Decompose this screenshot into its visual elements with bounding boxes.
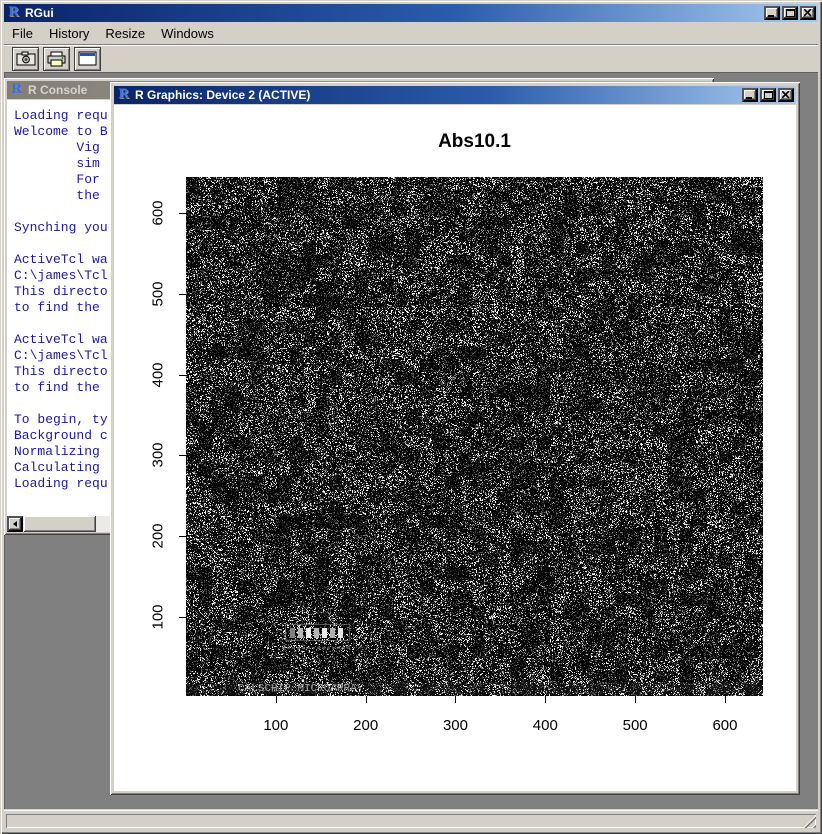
close-button[interactable] — [800, 6, 816, 20]
x-axis-tick-label: 100 — [263, 717, 288, 734]
r-logo-icon — [116, 88, 131, 102]
graphics-window[interactable]: R Graphics: Device 2 (ACTIVE) Abs10.1 — [110, 82, 800, 795]
x-axis-tick-label: 400 — [533, 717, 558, 734]
close-icon — [782, 91, 790, 99]
y-axis-tick — [179, 294, 186, 295]
y-axis-tick — [179, 455, 186, 456]
x-axis-tick-label: 500 — [623, 717, 648, 734]
y-axis-tick-label: 100 — [150, 604, 167, 629]
y-axis-tick-label: 300 — [150, 443, 167, 468]
x-axis-tick-label: 600 — [712, 717, 737, 734]
menu-history[interactable]: History — [49, 24, 97, 43]
maximize-button[interactable] — [782, 6, 798, 20]
scroll-left-button[interactable] — [7, 516, 23, 532]
printer-icon — [47, 51, 66, 67]
close-icon — [804, 9, 812, 17]
y-axis-tick-label: 400 — [150, 362, 167, 387]
menu-resize[interactable]: Resize — [105, 24, 153, 43]
x-axis-tick — [725, 696, 726, 703]
main-window-title: RGui — [25, 6, 764, 20]
menu-windows[interactable]: Windows — [161, 24, 222, 43]
arrow-left-icon — [10, 521, 17, 527]
x-axis-tick — [366, 696, 367, 703]
maximize-icon — [764, 91, 773, 99]
scrollbar-thumb[interactable] — [24, 516, 96, 532]
console-window-button[interactable] — [74, 47, 101, 71]
y-axis-tick-label: 200 — [150, 524, 167, 549]
y-axis-tick-label: 600 — [150, 200, 167, 225]
r-logo-icon — [9, 83, 24, 97]
x-axis-tick — [635, 696, 636, 703]
status-field — [6, 814, 816, 828]
x-axis-tick — [545, 696, 546, 703]
y-axis-tick — [179, 536, 186, 537]
y-axis-tick — [179, 617, 186, 618]
x-axis-tick-label: 300 — [443, 717, 468, 734]
status-bar — [4, 810, 818, 830]
r-logo-icon — [6, 6, 21, 20]
x-axis-tick-label: 200 — [353, 717, 378, 734]
minimize-icon — [768, 10, 776, 17]
x-axis-tick — [455, 696, 456, 703]
print-button[interactable] — [43, 47, 70, 71]
y-axis-tick — [179, 213, 186, 214]
camera-icon — [16, 51, 36, 66]
mdi-client-area: R Console Loading requ Welcome to B Vig … — [4, 72, 818, 809]
graphics-titlebar[interactable]: R Graphics: Device 2 (ACTIVE) — [114, 86, 796, 104]
minimize-button[interactable] — [764, 6, 780, 20]
camera-button[interactable] — [12, 47, 39, 71]
graphics-client-area: Abs10.1 100 200 300 400 500 600 100 200 300 400 50… — [114, 105, 796, 791]
plot-title: Abs10.1 — [186, 131, 763, 153]
microarray-image — [186, 177, 763, 696]
graphics-minimize-button[interactable] — [742, 88, 758, 102]
y-axis-tick-label: 500 — [150, 281, 167, 306]
y-axis-tick — [179, 375, 186, 376]
toolbar — [4, 44, 818, 72]
main-titlebar[interactable]: RGui — [4, 4, 818, 22]
menu-bar: File History Resize Windows — [4, 23, 818, 43]
maximize-icon — [786, 9, 795, 17]
minimize-icon — [746, 92, 754, 99]
graphics-maximize-button[interactable] — [760, 88, 776, 102]
graphics-close-button[interactable] — [778, 88, 794, 102]
x-axis-tick — [276, 696, 277, 703]
graphics-window-title: R Graphics: Device 2 (ACTIVE) — [135, 88, 742, 102]
plot-area: Abs10.1 10020030040050060010020030040050… — [186, 177, 763, 696]
rgui-main-window: RGui File History Resize Windows — [0, 0, 822, 834]
window-icon — [78, 51, 97, 66]
menu-file[interactable]: File — [12, 24, 41, 43]
